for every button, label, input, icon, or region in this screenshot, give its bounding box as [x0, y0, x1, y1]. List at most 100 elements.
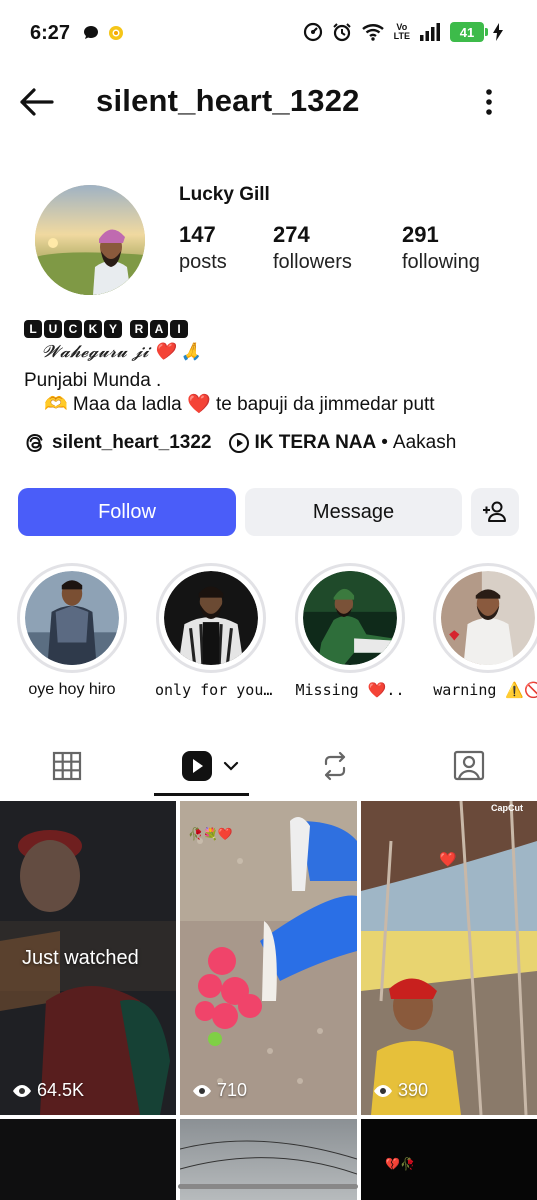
reposts-icon [324, 751, 346, 781]
highlight-thumbnail [303, 571, 397, 665]
view-count: 64.5K [12, 1080, 84, 1101]
highlight-ring [156, 563, 266, 673]
vertical-dots-icon [486, 89, 492, 115]
bio-letter: K [84, 320, 102, 338]
more-options-button[interactable] [476, 84, 502, 120]
reel-sticker: 🥀💐❤️ [188, 827, 233, 841]
reel-sticker: ❤️ [439, 851, 457, 867]
stat-following[interactable]: 291 following [402, 222, 480, 274]
display-name: Lucky Gill [179, 184, 270, 205]
stat-label: posts [179, 251, 227, 273]
profile-links: silent_heart_1322 IK TERA NAA • Aakash [24, 432, 456, 454]
arrow-left-icon [20, 88, 54, 116]
alarm-icon [332, 23, 351, 42]
song-separator: • [381, 432, 388, 453]
follow-button[interactable]: Follow [18, 488, 236, 536]
eye-icon [193, 1084, 211, 1097]
notification-icons [82, 24, 124, 42]
bio-line: Punjabi Munda . [24, 370, 162, 391]
tab-tagged[interactable] [436, 735, 502, 797]
chevron-down-icon [223, 761, 239, 771]
highlight-item[interactable]: oye hoy hiro [16, 563, 128, 699]
reel-image [180, 801, 357, 1115]
stat-value: 147 [179, 222, 216, 247]
view-count-value: 710 [217, 1080, 248, 1100]
song-title[interactable]: IK TERA NAA [255, 432, 377, 454]
reel-overlay-text: Just watched [22, 947, 139, 969]
profile-tabs [0, 735, 537, 797]
stat-followers[interactable]: 274 followers [273, 222, 352, 274]
highlight-label: oye hoy hiro [28, 681, 116, 698]
reels-icon [182, 751, 212, 781]
song-artist[interactable]: Aakash [393, 432, 456, 454]
reel-thumbnail[interactable]: CapCut ❤️ 390 [361, 801, 537, 1115]
chat-bubble-icon [84, 26, 98, 39]
bio-letter: U [44, 320, 62, 338]
threads-icon [26, 433, 43, 453]
message-button[interactable]: Message [245, 488, 462, 536]
bio-letter: L [24, 320, 42, 338]
profile-header: silent_heart_1322 [0, 78, 537, 126]
highlight-label: only for you… [155, 681, 273, 699]
bio-letter: A [150, 320, 168, 338]
bio-letter-gap [124, 320, 128, 338]
reel-thumbnail[interactable]: 💔🥀 [361, 1119, 537, 1200]
threads-link[interactable]: silent_heart_1322 [52, 432, 212, 454]
active-tab-indicator [154, 793, 249, 796]
highlight-thumbnail [25, 571, 119, 665]
reel-thumbnail[interactable]: 🥀💐❤️ 710 [180, 801, 357, 1115]
eye-icon [374, 1084, 392, 1097]
bio-line: 𝓦𝓪𝓱𝓮𝓰𝓾𝓻𝓾 𝓳𝓲 ❤️ 🙏 [42, 342, 202, 362]
battery-indicator: 41 [450, 22, 488, 42]
stat-value: 274 [273, 222, 310, 247]
reel-image [361, 801, 537, 1115]
home-indicator[interactable] [178, 1184, 358, 1189]
grid-icon [52, 751, 82, 781]
bio-letter: Y [104, 320, 122, 338]
coin-icon [109, 26, 123, 40]
bio-letter: I [170, 320, 188, 338]
reel-thumbnail[interactable]: Just watched 64.5K [0, 801, 176, 1115]
highlight-item[interactable]: warning ⚠️🚫 [432, 563, 537, 699]
bio-letter: C [64, 320, 82, 338]
stat-label: followers [273, 251, 352, 273]
highlight-item[interactable]: only for you… [155, 563, 273, 699]
capcut-badge: CapCut [491, 803, 523, 813]
view-count-value: 64.5K [37, 1080, 85, 1100]
highlight-item[interactable]: Missing ❤️.. [294, 563, 406, 699]
highlight-ring [433, 563, 537, 673]
bio-letter: R [130, 320, 148, 338]
back-button[interactable] [16, 84, 56, 120]
tab-posts[interactable] [34, 735, 100, 797]
highlight-label: warning ⚠️🚫 [433, 681, 537, 699]
tagged-icon [453, 750, 485, 781]
tab-reposts[interactable] [302, 735, 368, 797]
view-count: 710 [192, 1080, 247, 1101]
play-circle-icon [228, 433, 249, 453]
avatar-image [35, 185, 145, 295]
stat-value: 291 [402, 222, 439, 247]
charging-icon [493, 23, 503, 41]
reel-sticker: 💔🥀 [385, 1157, 415, 1171]
view-count: 390 [373, 1080, 428, 1101]
status-bar: 6:27 Vo LTE 41 [0, 0, 537, 70]
page-title: silent_heart_1322 [96, 83, 360, 118]
reel-thumbnail[interactable] [0, 1119, 176, 1200]
highlight-ring [295, 563, 405, 673]
avatar[interactable] [35, 185, 145, 295]
signal-icon [420, 23, 440, 41]
stat-posts[interactable]: 147 posts [179, 222, 227, 274]
highlight-ring [17, 563, 127, 673]
bio-stylized-name: L U C K Y R A I [24, 320, 188, 338]
status-time: 6:27 [30, 22, 71, 44]
speed-gauge-icon [303, 22, 322, 42]
system-icons: Vo LTE 41 [303, 22, 503, 42]
add-user-button[interactable] [471, 488, 519, 536]
eye-icon [13, 1084, 31, 1097]
wifi-icon [361, 24, 384, 41]
tab-reels[interactable] [170, 735, 250, 797]
view-count-value: 390 [398, 1080, 429, 1100]
add-user-icon [483, 501, 506, 522]
stat-label: following [402, 251, 480, 273]
bio-line: 🫶 Maa da ladla ❤️ te bapuji da jimmedar … [44, 394, 435, 415]
